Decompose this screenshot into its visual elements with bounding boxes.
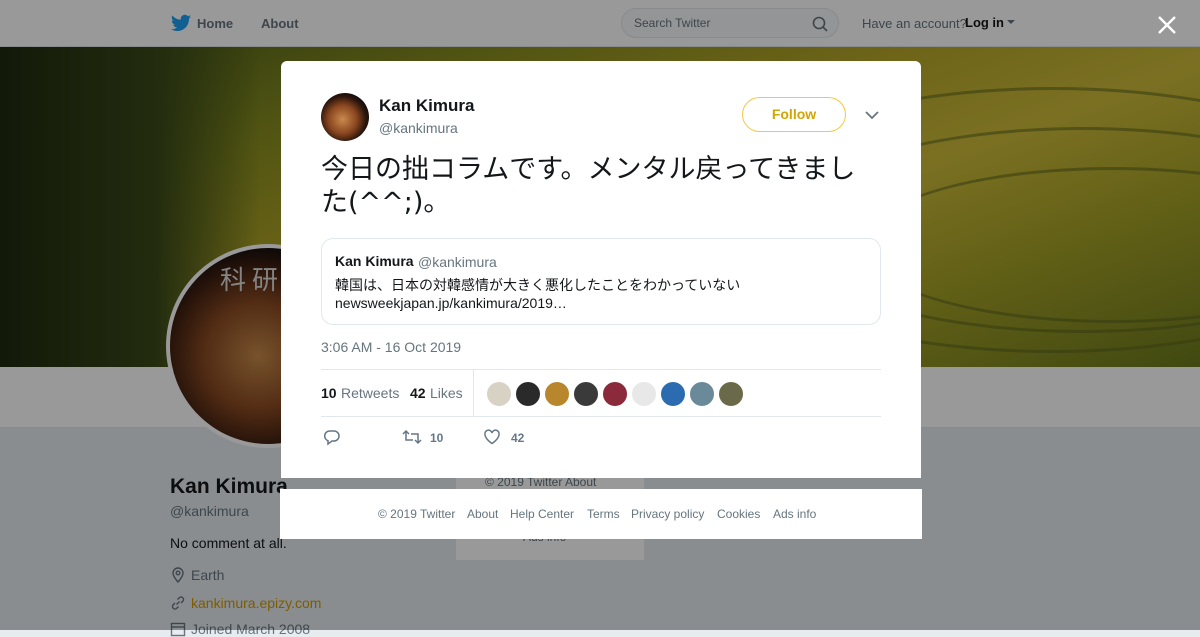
liker-avatar[interactable] bbox=[602, 381, 628, 407]
tweet-author-handle[interactable]: @kankimura bbox=[379, 120, 458, 136]
quoted-link[interactable]: newsweekjapan.jp/kankimura/2019… bbox=[335, 295, 567, 311]
tweet-modal: Kan Kimura @kankimura Follow 今日の拙コラムです。メ… bbox=[281, 61, 921, 478]
reply-icon[interactable] bbox=[323, 428, 341, 446]
retweets-count[interactable]: 10 bbox=[321, 385, 337, 401]
quoted-author-handle: @kankimura bbox=[418, 254, 497, 270]
liker-avatar[interactable] bbox=[486, 381, 512, 407]
footer-ads[interactable]: Ads info bbox=[773, 507, 816, 521]
retweets-label[interactable]: Retweets bbox=[341, 385, 399, 401]
retweet-action-count: 10 bbox=[430, 431, 444, 445]
retweet-icon[interactable] bbox=[402, 428, 422, 446]
liker-avatar[interactable] bbox=[515, 381, 541, 407]
liker-avatar[interactable] bbox=[718, 381, 744, 407]
footer-terms[interactable]: Terms bbox=[587, 507, 620, 521]
liker-avatar[interactable] bbox=[660, 381, 686, 407]
close-icon[interactable] bbox=[1156, 14, 1178, 36]
tweet-text: 今日の拙コラムです。メンタル戻ってきました(^^;)。 bbox=[321, 154, 856, 218]
quoted-author-name: Kan Kimura bbox=[335, 253, 414, 269]
footer-cookies[interactable]: Cookies bbox=[717, 507, 760, 521]
liker-avatar[interactable] bbox=[689, 381, 715, 407]
footer-about[interactable]: About bbox=[467, 507, 498, 521]
quoted-text: 韓国は、日本の対韓感情が大きく悪化したことをわかっていない bbox=[335, 278, 741, 294]
footer-help[interactable]: Help Center bbox=[510, 507, 574, 521]
footer-copyright: © 2019 Twitter bbox=[378, 507, 456, 521]
tweet-timestamp[interactable]: 3:06 AM - 16 Oct 2019 bbox=[321, 339, 461, 355]
liker-avatar[interactable] bbox=[573, 381, 599, 407]
tweet-author-avatar[interactable] bbox=[321, 93, 369, 141]
likes-label[interactable]: Likes bbox=[430, 385, 463, 401]
like-action-count: 42 bbox=[511, 431, 525, 445]
liker-avatar[interactable] bbox=[631, 381, 657, 407]
follow-button[interactable]: Follow bbox=[742, 97, 846, 132]
modal-footer: © 2019 Twitter About Help Center Terms P… bbox=[280, 489, 922, 539]
tweet-author-name[interactable]: Kan Kimura bbox=[379, 96, 474, 116]
chevron-down-icon[interactable] bbox=[865, 110, 879, 120]
stats-divider bbox=[473, 370, 474, 416]
quoted-tweet[interactable]: Kan Kimura @kankimura 韓国は、日本の対韓感情が大きく悪化し… bbox=[321, 238, 881, 325]
tweet-stats: 10 Retweets 42 Likes bbox=[321, 369, 881, 417]
heart-icon[interactable] bbox=[483, 428, 501, 446]
footer-privacy[interactable]: Privacy policy bbox=[631, 507, 704, 521]
likes-count[interactable]: 42 bbox=[410, 385, 426, 401]
liker-avatar[interactable] bbox=[544, 381, 570, 407]
